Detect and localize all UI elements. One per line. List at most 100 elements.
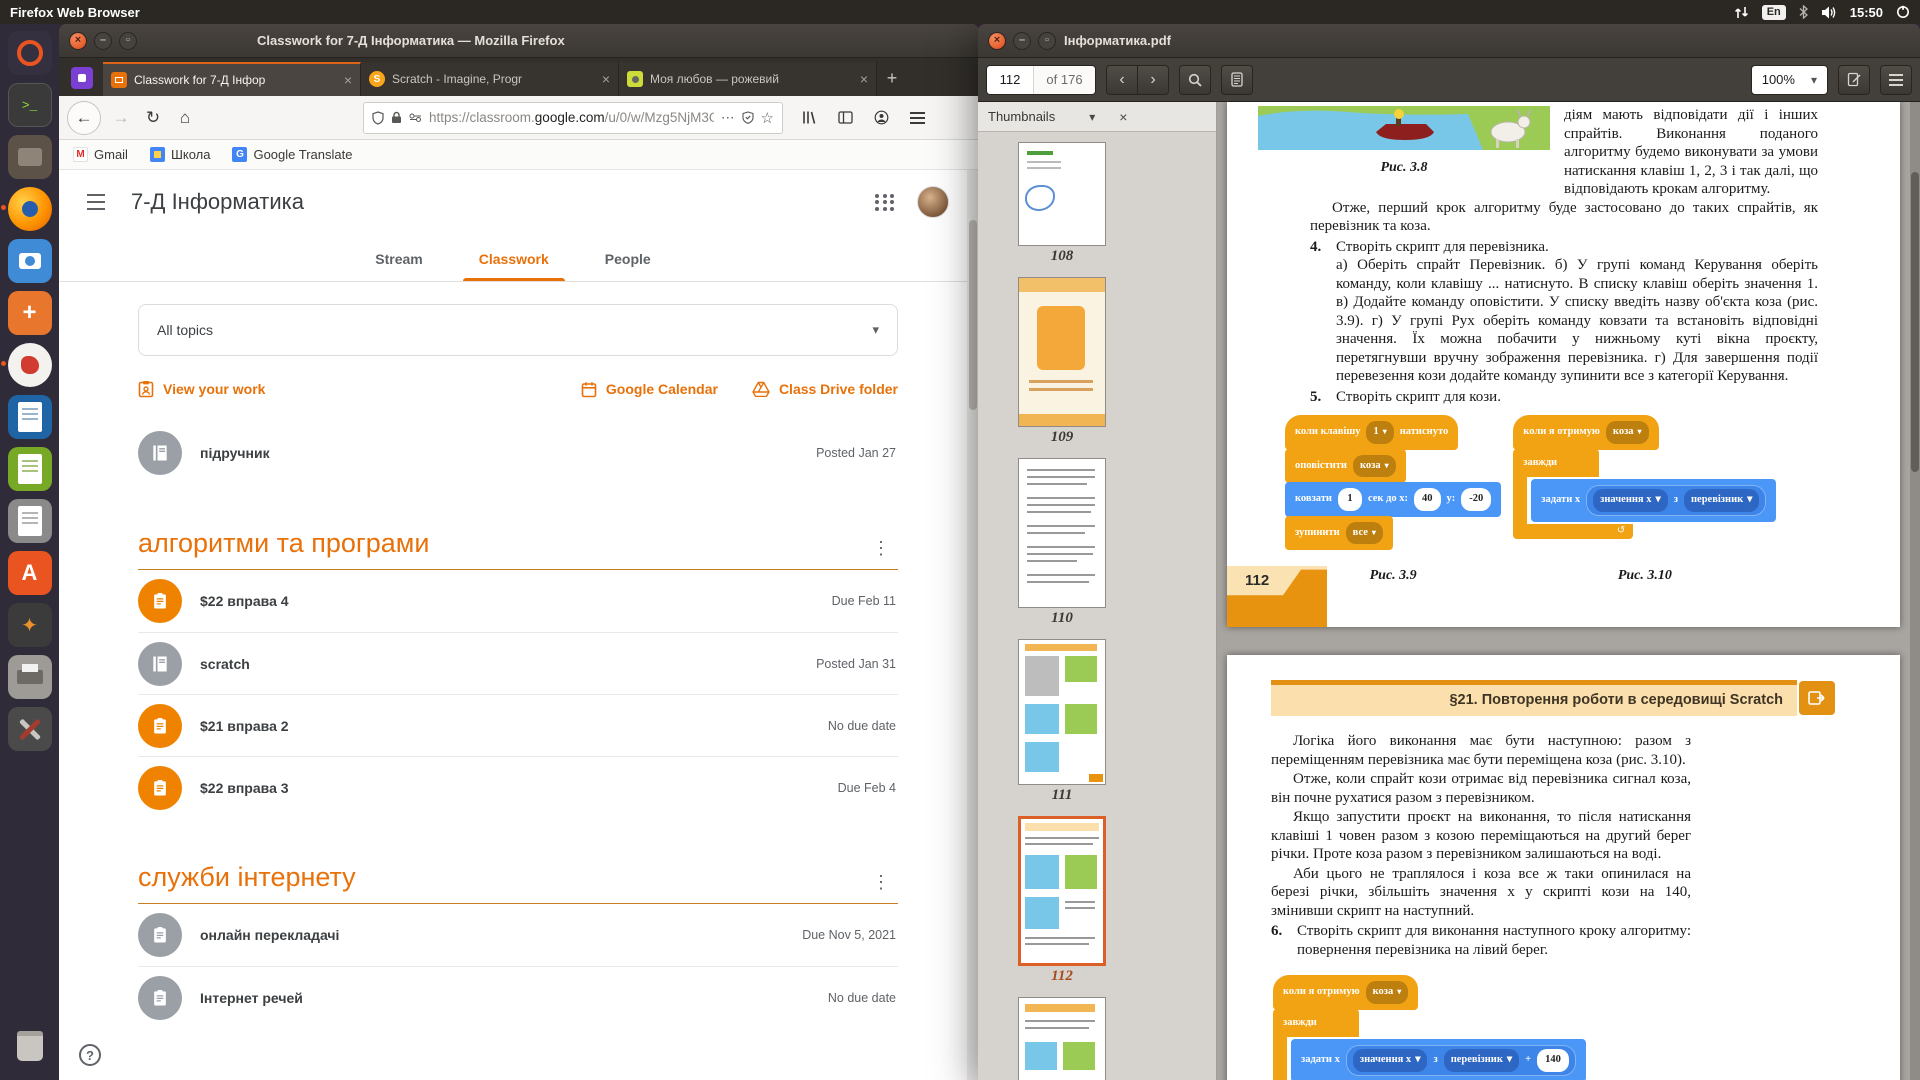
reload-button[interactable]: ↻ bbox=[137, 102, 169, 134]
page-thumbnail-selected[interactable] bbox=[1018, 816, 1106, 966]
library-icon[interactable] bbox=[793, 102, 825, 134]
calc-icon[interactable] bbox=[8, 447, 52, 491]
bookmark-google-translate[interactable]: G Google Translate bbox=[232, 147, 352, 162]
ubuntu-launcher-icon[interactable] bbox=[8, 31, 52, 75]
pocket-shield-icon[interactable] bbox=[742, 111, 754, 124]
tab-classwork[interactable]: Classwork for 7-Д Інфор × bbox=[103, 62, 361, 96]
power-menu-icon[interactable] bbox=[1896, 5, 1910, 19]
search-button[interactable] bbox=[1179, 65, 1211, 95]
page-number-input[interactable]: 112 bbox=[987, 66, 1033, 94]
archive-manager-icon[interactable]: ✦ bbox=[8, 603, 52, 647]
camera-icon[interactable] bbox=[8, 239, 52, 283]
keyboard-layout-indicator[interactable]: En bbox=[1762, 5, 1786, 20]
help-button[interactable]: ? bbox=[79, 1044, 101, 1066]
class-drive-folder-link[interactable]: Class Drive folder bbox=[752, 381, 898, 397]
account-icon[interactable] bbox=[865, 102, 897, 134]
software-center-icon[interactable]: A bbox=[8, 551, 52, 595]
forward-button[interactable]: → bbox=[105, 102, 137, 134]
topic-title[interactable]: служби інтернету bbox=[138, 862, 864, 893]
page-thumbnail[interactable] bbox=[1018, 639, 1106, 785]
trash-icon[interactable] bbox=[8, 1024, 52, 1068]
volume-icon[interactable] bbox=[1821, 6, 1837, 19]
bookmark-gmail[interactable]: M Gmail bbox=[73, 147, 128, 162]
page-number-entry[interactable]: 112 of 176 bbox=[986, 65, 1096, 95]
sidebar-toggle-button[interactable] bbox=[1221, 65, 1253, 95]
more-options-icon[interactable]: ⋮ bbox=[864, 538, 898, 559]
classwork-item[interactable]: $21 вправа 2 No due date bbox=[138, 694, 898, 756]
annotate-button[interactable] bbox=[1838, 65, 1870, 95]
topics-filter-dropdown[interactable]: All topics ▾ bbox=[138, 304, 898, 356]
shield-icon[interactable] bbox=[372, 111, 384, 125]
url-bar[interactable]: https://classroom.google.com/u/0/w/Mzg5N… bbox=[363, 102, 783, 134]
sidebar-close-icon[interactable]: × bbox=[1119, 109, 1127, 125]
pdf-page-area[interactable]: Рис. 3.8 діям мають відповідати дії і ін… bbox=[1217, 102, 1920, 1080]
chevron-down-icon[interactable]: ▾ bbox=[1089, 110, 1095, 124]
printer-icon[interactable] bbox=[8, 655, 52, 699]
close-button[interactable]: × bbox=[69, 32, 87, 50]
media-app-icon[interactable] bbox=[8, 343, 52, 387]
menu-icon[interactable] bbox=[1880, 65, 1912, 95]
back-button[interactable]: ← bbox=[67, 101, 101, 135]
tab-scratch[interactable]: S Scratch - Imagine, Progr × bbox=[361, 62, 619, 96]
document-viewer-icon[interactable] bbox=[8, 499, 52, 543]
menu-icon[interactable] bbox=[901, 102, 933, 134]
page-thumbnail[interactable] bbox=[1018, 142, 1106, 246]
zoom-dropdown[interactable]: 100% ▾ bbox=[1751, 65, 1828, 95]
tab-music[interactable]: Моя любов — рожевий × bbox=[619, 62, 877, 96]
writer-icon[interactable] bbox=[8, 395, 52, 439]
avatar[interactable] bbox=[917, 186, 949, 218]
tab-stream[interactable]: Stream bbox=[347, 236, 450, 281]
sidebars-icon[interactable] bbox=[829, 102, 861, 134]
maximize-button[interactable]: ▫ bbox=[119, 32, 137, 50]
clock[interactable]: 15:50 bbox=[1850, 5, 1883, 20]
scrollbar-thumb[interactable] bbox=[1911, 172, 1919, 472]
new-tab-button[interactable]: + bbox=[877, 63, 907, 93]
classwork-item[interactable]: $22 вправа 3 Due Feb 4 bbox=[138, 756, 898, 818]
firefox-titlebar[interactable]: × – ▫ Classwork for 7-Д Інформатика — Mo… bbox=[59, 24, 979, 58]
scrollbar[interactable] bbox=[1910, 102, 1920, 1080]
pinned-tab-icon[interactable] bbox=[71, 67, 93, 89]
network-icon[interactable] bbox=[1734, 6, 1749, 19]
next-page-button[interactable]: › bbox=[1137, 65, 1169, 95]
page-thumbnail[interactable] bbox=[1018, 458, 1106, 608]
classwork-item[interactable]: Інтернет речей No due date bbox=[138, 966, 898, 1028]
lock-icon[interactable] bbox=[391, 111, 402, 124]
tab-close-icon[interactable]: × bbox=[860, 71, 868, 87]
minimize-button[interactable]: – bbox=[1013, 32, 1031, 50]
terminal-icon[interactable]: >_ bbox=[8, 83, 52, 127]
tab-close-icon[interactable]: × bbox=[602, 71, 610, 87]
page-thumbnail[interactable] bbox=[1018, 277, 1106, 427]
bookmark-school[interactable]: Школа bbox=[150, 147, 211, 162]
system-tools-icon[interactable] bbox=[8, 707, 52, 751]
classwork-item[interactable]: $22 вправа 4 Due Feb 11 bbox=[138, 570, 898, 632]
permissions-icon[interactable] bbox=[409, 113, 422, 123]
firefox-icon[interactable] bbox=[8, 187, 52, 231]
classwork-item[interactable]: підручник Posted Jan 27 bbox=[138, 422, 898, 484]
google-apps-icon[interactable] bbox=[875, 194, 895, 211]
tab-people[interactable]: People bbox=[577, 236, 679, 281]
bluetooth-icon[interactable] bbox=[1799, 5, 1808, 19]
maximize-button[interactable]: ▫ bbox=[1038, 32, 1056, 50]
tab-classwork[interactable]: Classwork bbox=[451, 236, 577, 281]
main-menu-icon[interactable] bbox=[83, 190, 109, 214]
topic-title[interactable]: алгоритми та програми bbox=[138, 528, 864, 559]
sidebar-mode-label[interactable]: Thumbnails bbox=[988, 109, 1055, 124]
home-button[interactable]: ⌂ bbox=[169, 102, 201, 134]
view-your-work-link[interactable]: View your work bbox=[138, 380, 265, 398]
bookmark-star-icon[interactable]: ☆ bbox=[761, 109, 774, 127]
more-options-icon[interactable]: ⋮ bbox=[864, 872, 898, 893]
google-calendar-link[interactable]: Google Calendar bbox=[581, 381, 718, 398]
page-thumbnail[interactable] bbox=[1018, 997, 1106, 1080]
page-actions-icon[interactable]: ⋯ bbox=[721, 110, 735, 126]
previous-page-button[interactable]: ‹ bbox=[1106, 65, 1138, 95]
classwork-item[interactable]: онлайн перекладачі Due Nov 5, 2021 bbox=[138, 904, 898, 966]
pdf-titlebar[interactable]: × – ▫ Інформатика.pdf bbox=[978, 24, 1920, 58]
software-updater-icon[interactable]: + bbox=[8, 291, 52, 335]
files-icon[interactable] bbox=[8, 135, 52, 179]
scrollbar-thumb[interactable] bbox=[969, 220, 977, 410]
tab-close-icon[interactable]: × bbox=[344, 72, 352, 88]
classwork-item[interactable]: scratch Posted Jan 31 bbox=[138, 632, 898, 694]
minimize-button[interactable]: – bbox=[94, 32, 112, 50]
url-text[interactable]: https://classroom.google.com/u/0/w/Mzg5N… bbox=[429, 110, 714, 125]
close-button[interactable]: × bbox=[988, 32, 1006, 50]
